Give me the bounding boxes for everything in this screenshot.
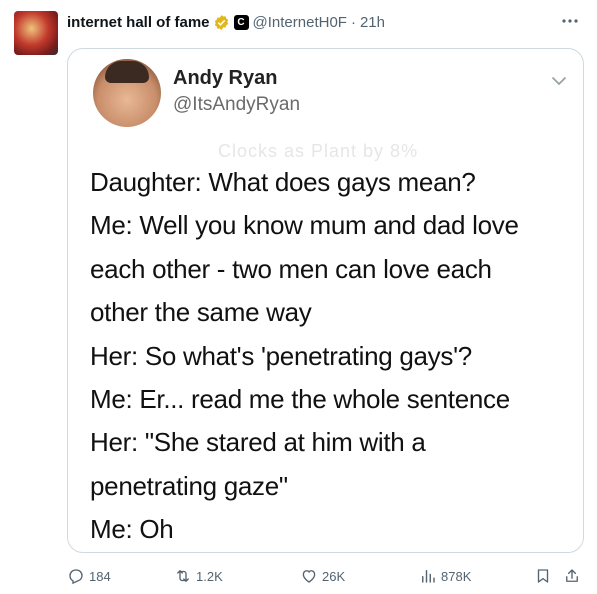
views-count: 878K	[441, 568, 472, 584]
heart-icon	[300, 567, 318, 585]
share-icon	[563, 567, 581, 585]
more-icon[interactable]	[559, 10, 581, 32]
reply-icon	[67, 567, 85, 585]
chevron-down-icon	[551, 73, 567, 91]
inner-author-name: Andy Ryan	[173, 67, 278, 89]
like-button[interactable]: 26K	[300, 565, 345, 587]
verified-badge-icon[interactable]	[213, 14, 230, 31]
views-button[interactable]: 878K	[419, 565, 471, 587]
share-button[interactable]	[563, 565, 581, 587]
inner-author-handle: @ItsAndyRyan	[173, 94, 301, 115]
text-line: each other - two men can love each	[90, 253, 492, 284]
text-line: Her: So what's 'penetrating gays'?	[90, 340, 472, 371]
text-line: other the same way	[90, 297, 312, 328]
inner-tweet-text: Daughter: What does gays mean? Me: Well …	[90, 161, 575, 552]
action-bar: 184 1.2K 26K 878K	[67, 565, 584, 589]
bookmark-icon	[534, 567, 552, 585]
affiliate-badge[interactable]: C	[233, 14, 249, 30]
avatar-hair	[105, 61, 149, 83]
separator-dot: ·	[350, 13, 356, 31]
faded-background-text: Clocks as Plant by 8%	[218, 141, 419, 161]
like-count: 26K	[322, 568, 346, 584]
repost-count: 1.2K	[196, 568, 223, 584]
bookmark-button[interactable]	[534, 565, 552, 587]
repost-button[interactable]: 1.2K	[174, 565, 223, 587]
author-avatar[interactable]	[14, 11, 58, 55]
tweet-screenshot-image[interactable]: Andy Ryan @ItsAndyRyan Clocks as Plant b…	[67, 48, 584, 553]
display-name[interactable]: internet hall of fame	[67, 14, 210, 31]
reply-count: 184	[89, 568, 111, 584]
text-line: Me: Er... read me the whole sentence	[90, 384, 510, 415]
reply-button[interactable]: 184	[67, 565, 111, 587]
text-line: penetrating gaze"	[90, 470, 288, 501]
repost-icon	[174, 567, 192, 585]
inner-author-avatar	[93, 59, 161, 127]
post-time[interactable]: 21h	[360, 14, 385, 31]
text-line: Me: Oh	[90, 514, 174, 545]
text-line: Me: Well you know mum and dad love	[90, 210, 519, 241]
text-line: Daughter: What does gays mean?	[90, 167, 476, 197]
views-icon	[419, 567, 437, 585]
post-header: internet hall of fame C @InternetH0F · 2…	[67, 11, 385, 33]
author-handle[interactable]: @InternetH0F	[253, 14, 347, 31]
text-line: Her: "She stared at him with a	[90, 427, 426, 458]
